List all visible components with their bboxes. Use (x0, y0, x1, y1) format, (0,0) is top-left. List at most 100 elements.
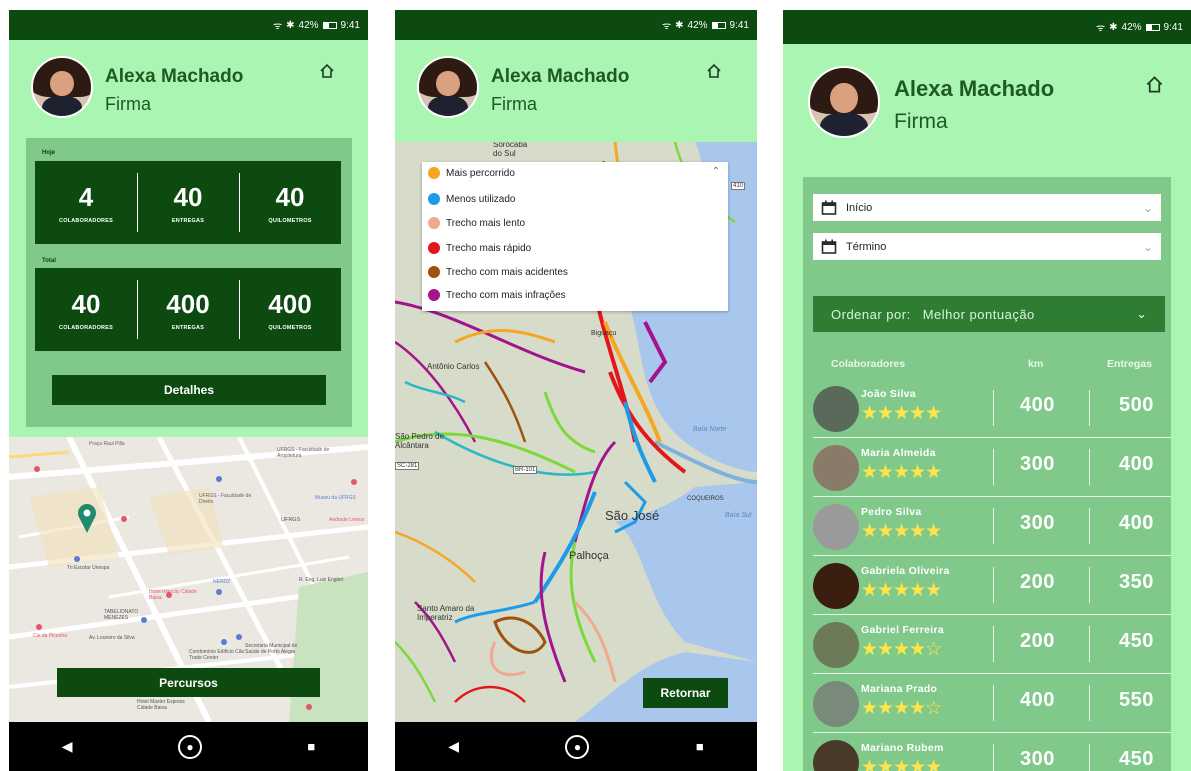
chevron-up-icon[interactable]: ⌃ (712, 166, 720, 177)
clock: 9:41 (729, 19, 749, 31)
map-label-santo-amaro: Santo Amaro da Imperatriz (417, 604, 475, 622)
legend-item[interactable]: Mais percorrido (428, 167, 515, 179)
today-stat-deliveries: 40 ENTREGAS (137, 161, 239, 244)
avatar[interactable] (31, 56, 93, 118)
stat-value: 40 (71, 288, 101, 319)
km-value: 200 (1020, 630, 1055, 652)
map-label-coqueiros: COQUEIROS (687, 496, 724, 502)
routes-button[interactable]: Percursos (57, 668, 320, 697)
deliveries-value: 350 (1119, 571, 1154, 593)
home-nav-icon[interactable]: ● (565, 734, 590, 759)
sort-select[interactable]: Ordenar por: Melhor pontuação ⌄ (813, 296, 1165, 332)
map-label-praca: Praça Raul Pilla (89, 441, 125, 447)
route-heat-map[interactable]: Sorocaba do Sul Antônio Carlos São Pedro… (395, 142, 757, 722)
back-icon[interactable]: ◀ (448, 738, 459, 755)
table-row[interactable]: João Silva ★★★★★ 400 500 (813, 380, 1171, 438)
avatar (813, 445, 859, 491)
stat-value: 40 (275, 181, 305, 212)
table-row[interactable]: Maria Almeida ★★★★★ 300 400 (813, 439, 1171, 497)
stat-label: COLABORADORES (59, 217, 113, 224)
ranking-panel: Início ⌄ Término ⌄ Ordenar por: Melhor p… (803, 177, 1171, 771)
legend-label: Trecho mais lento (446, 217, 526, 229)
map-label-baia-sul: Baía Sul (725, 512, 752, 519)
collaborator-name: Gabriel Ferreira (861, 624, 945, 636)
user-name: Alexa Machado (105, 66, 244, 87)
map-label-hotel: Hotel Intercity Cidade Baixa (149, 589, 197, 601)
map-label-leopoldo: Av. Loureiro da Silva (89, 635, 135, 641)
map-label-410: 410 (731, 182, 746, 190)
legend-label: Trecho mais rápido (446, 242, 532, 254)
legend-item[interactable]: Menos utilizado (428, 193, 515, 205)
table-row[interactable]: Gabriela Oliveira ★★★★★ 200 350 (813, 557, 1171, 615)
stats-panel: Hoje 4 COLABORADORES 40 ENTREGAS 40 QUIL… (26, 138, 352, 427)
header: Alexa Machado Firma Hoje 4 COLABORADORES… (9, 40, 368, 437)
total-stats: 40 COLABORADORES 400 ENTREGAS 400 QUILOM… (35, 268, 341, 351)
map-label-ufrgs-dir: UFRGS - Faculdade de Direito (199, 493, 252, 505)
stat-label: COLABORADORES (59, 324, 113, 331)
details-button[interactable]: Detalhes (52, 375, 326, 405)
rating-stars: ★★★★★ (861, 580, 942, 601)
total-stat-deliveries: 400 ENTREGAS (137, 268, 239, 351)
calendar-icon (821, 200, 837, 215)
km-value: 300 (1020, 748, 1055, 770)
map-label-condominio: Condomínio Edifício Cão Trade Center (189, 649, 245, 661)
total-stat-km: 400 QUILOMETROS (239, 268, 341, 351)
home-icon[interactable] (319, 63, 335, 79)
table-row[interactable]: Gabriel Ferreira ★★★★☆ 200 450 (813, 616, 1171, 674)
rating-stars: ★★★★★ (861, 757, 942, 771)
home-nav-dot: ● (186, 739, 194, 754)
column-header-collaborators: Colaboradores (831, 358, 906, 370)
avatar (813, 563, 859, 609)
screen-ranking: ᯤ ✱ 42% 9:41 Alexa Machado Firma Início … (783, 10, 1191, 771)
back-icon[interactable]: ◀ (62, 738, 73, 755)
table-row[interactable]: Mariano Rubem ★★★★★ 300 450 (813, 734, 1171, 771)
table-row[interactable]: Mariana Prado ★★★★☆ 400 550 (813, 675, 1171, 733)
legend-item[interactable]: Trecho com mais infrações (428, 289, 566, 301)
rating-stars: ★★★★★ (861, 462, 942, 483)
map-label-hotel-master: Hotel Master Express Cidade Baixa (137, 699, 185, 711)
avatar[interactable] (417, 56, 479, 118)
collaborator-name: Gabriela Oliveira (861, 565, 950, 577)
screen-route-map: ᯤ ✱ 42% 9:41 Alexa Machado Firma Sorocab… (395, 10, 757, 771)
avatar (813, 622, 859, 668)
return-button[interactable]: Retornar (643, 678, 728, 708)
android-nav-bar: ◀ ● ■ (9, 722, 368, 771)
wifi-icon: ᯤ (272, 21, 283, 32)
map-label-sc281: SC-281 (395, 462, 420, 470)
table-row[interactable]: Pedro Silva ★★★★★ 300 400 (813, 498, 1171, 556)
header: Alexa Machado Firma Início ⌄ Término ⌄ O… (783, 44, 1191, 771)
home-nav-icon[interactable]: ● (177, 734, 202, 759)
legend-label: Trecho com mais acidentes (446, 266, 568, 278)
battery-percent: 42% (687, 19, 708, 31)
stat-label: ENTREGAS (171, 324, 205, 331)
map-label-tabeliona: TABELIONATO MENEZES (104, 609, 139, 621)
end-date-select[interactable]: Término ⌄ (813, 233, 1161, 260)
column-header-km: km (1028, 358, 1044, 370)
android-nav-bar: ◀ ● ■ (395, 722, 757, 771)
stat-label: QUILOMETROS (268, 217, 312, 224)
avatar[interactable] (808, 66, 880, 138)
battery-icon (711, 21, 726, 29)
start-date-label: Início (846, 201, 873, 214)
recent-apps-icon[interactable]: ■ (696, 739, 704, 754)
avatar (813, 504, 859, 550)
home-icon[interactable] (706, 63, 722, 79)
home-icon[interactable] (1145, 75, 1164, 94)
rating-stars: ★★★★★ (861, 521, 942, 542)
legend-item[interactable]: Trecho com mais acidentes (428, 266, 568, 278)
start-date-select[interactable]: Início ⌄ (813, 194, 1161, 221)
legend-label: Trecho com mais infrações (446, 289, 566, 301)
total-stat-collaborators: 40 COLABORADORES (35, 268, 137, 351)
legend-item[interactable]: Trecho mais rápido (428, 242, 531, 254)
chevron-down-icon: ⌄ (1136, 307, 1147, 321)
legend-item[interactable]: Trecho mais lento (428, 217, 525, 229)
clock: 9:41 (340, 19, 360, 31)
chevron-down-icon: ⌄ (1142, 200, 1153, 215)
stat-label: ENTREGAS (171, 217, 205, 224)
map-label-biguacu: Biguaçu (591, 330, 617, 337)
map-label-ufrgs: UFRGS (281, 517, 301, 523)
user-role: Firma (491, 94, 537, 114)
screen-dashboard: ᯤ ✱ 42% 9:41 Alexa Machado Firma Hoje 4 … (9, 10, 368, 771)
map-label-ufrgs-arq: UFRGS - Faculdade de Arquitetura (277, 447, 330, 459)
recent-apps-icon[interactable]: ■ (307, 739, 315, 754)
